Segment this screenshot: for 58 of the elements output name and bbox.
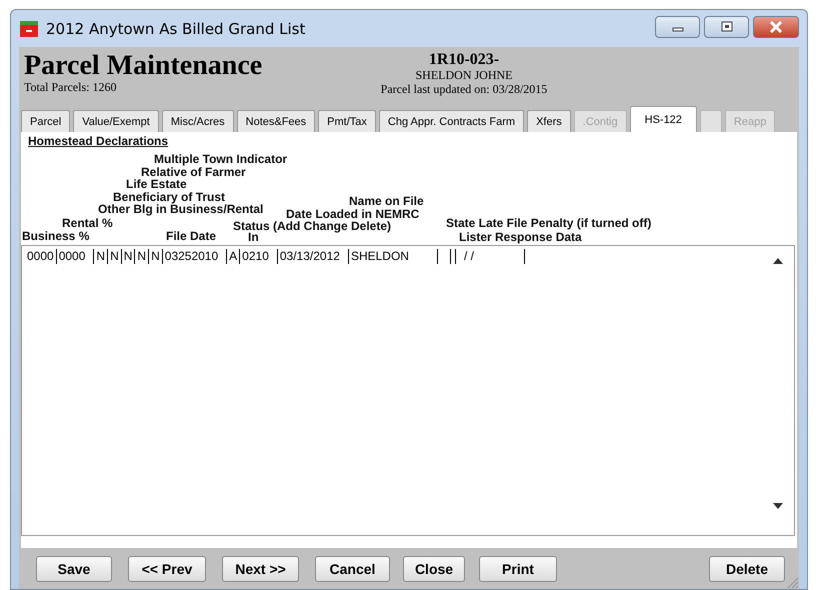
column-header: File Date — [166, 230, 216, 243]
window-title: 2012 Anytown As Billed Grand List — [46, 20, 306, 38]
table-cell: 03252010 — [162, 249, 228, 264]
table-cell: 0000 — [25, 249, 57, 264]
scroll-down-icon[interactable] — [772, 503, 782, 509]
table-cell: 03/13/2012 — [278, 249, 349, 264]
column-header: Business % — [22, 230, 90, 243]
table-cell: N — [122, 249, 136, 264]
scroll-up-icon[interactable] — [772, 258, 782, 264]
tab[interactable]: Xfers — [527, 110, 571, 132]
column-header: Status (Add Change Delete) — [233, 220, 392, 233]
close-icon — [768, 21, 784, 33]
table-cell: N — [135, 249, 150, 264]
action-button[interactable]: << Prev — [128, 556, 206, 582]
column-header: Rental % — [62, 217, 113, 230]
last-updated: Parcel last updated on: 03/28/2015 — [380, 82, 548, 96]
maximize-icon — [720, 21, 734, 33]
column-header: Lister Response Data — [459, 231, 582, 244]
minimize-button[interactable] — [655, 16, 700, 38]
page-title: Parcel Maintenance — [24, 51, 264, 81]
table-cell: N — [149, 249, 163, 264]
column-header: Multiple Town Indicator — [154, 153, 288, 166]
column-header: Relative of Farmer — [141, 166, 246, 179]
table-cell: 0210 — [240, 249, 278, 264]
action-button[interactable]: Save — [36, 556, 112, 582]
resize-grip-icon[interactable] — [785, 575, 799, 589]
action-button[interactable]: Cancel — [315, 556, 390, 582]
maximize-button[interactable] — [704, 16, 749, 38]
tab[interactable]: Parcel — [21, 110, 70, 132]
tab[interactable]: Pmt/Tax — [318, 110, 376, 132]
action-button[interactable]: Close — [403, 556, 465, 582]
column-header: State Late File Penalty (if turned off) — [446, 217, 652, 230]
section-title: Homestead Declarations — [28, 134, 170, 148]
owner-name: SHELDON JOHNE — [414, 68, 514, 82]
table-cell: 0000 — [56, 249, 94, 264]
tab[interactable]: Chg Appr. Contracts Farm — [378, 110, 524, 132]
table-cell: N — [108, 249, 122, 264]
tab[interactable]: HS-122 — [630, 106, 697, 132]
column-header: Name on File — [349, 195, 424, 208]
column-header: Life Estate — [126, 178, 187, 191]
column-header: Date Loaded in NEMRC — [286, 208, 420, 221]
table-cell: / / — [456, 249, 525, 264]
close-button[interactable] — [753, 16, 799, 38]
tab[interactable]: Notes&Fees — [236, 110, 316, 132]
action-button[interactable]: Print — [479, 556, 557, 582]
action-button[interactable]: Delete — [709, 556, 785, 582]
table-cell: A — [227, 249, 240, 264]
table-cell: N — [94, 249, 108, 264]
tab[interactable]: Misc/Acres — [162, 110, 234, 132]
total-parcels: Total Parcels: 1260 — [24, 81, 118, 93]
table-cell: SHELDON — [348, 249, 438, 264]
column-header: In — [248, 231, 259, 244]
action-button[interactable]: Next >> — [222, 556, 299, 582]
parcel-id: 1R10-023- — [428, 51, 500, 68]
tab[interactable]: Value/Exempt — [73, 110, 159, 132]
column-header: Other Blg in Business/Rental — [98, 203, 264, 216]
app-icon — [20, 20, 38, 36]
column-header: Beneficiary of Trust — [113, 191, 226, 204]
